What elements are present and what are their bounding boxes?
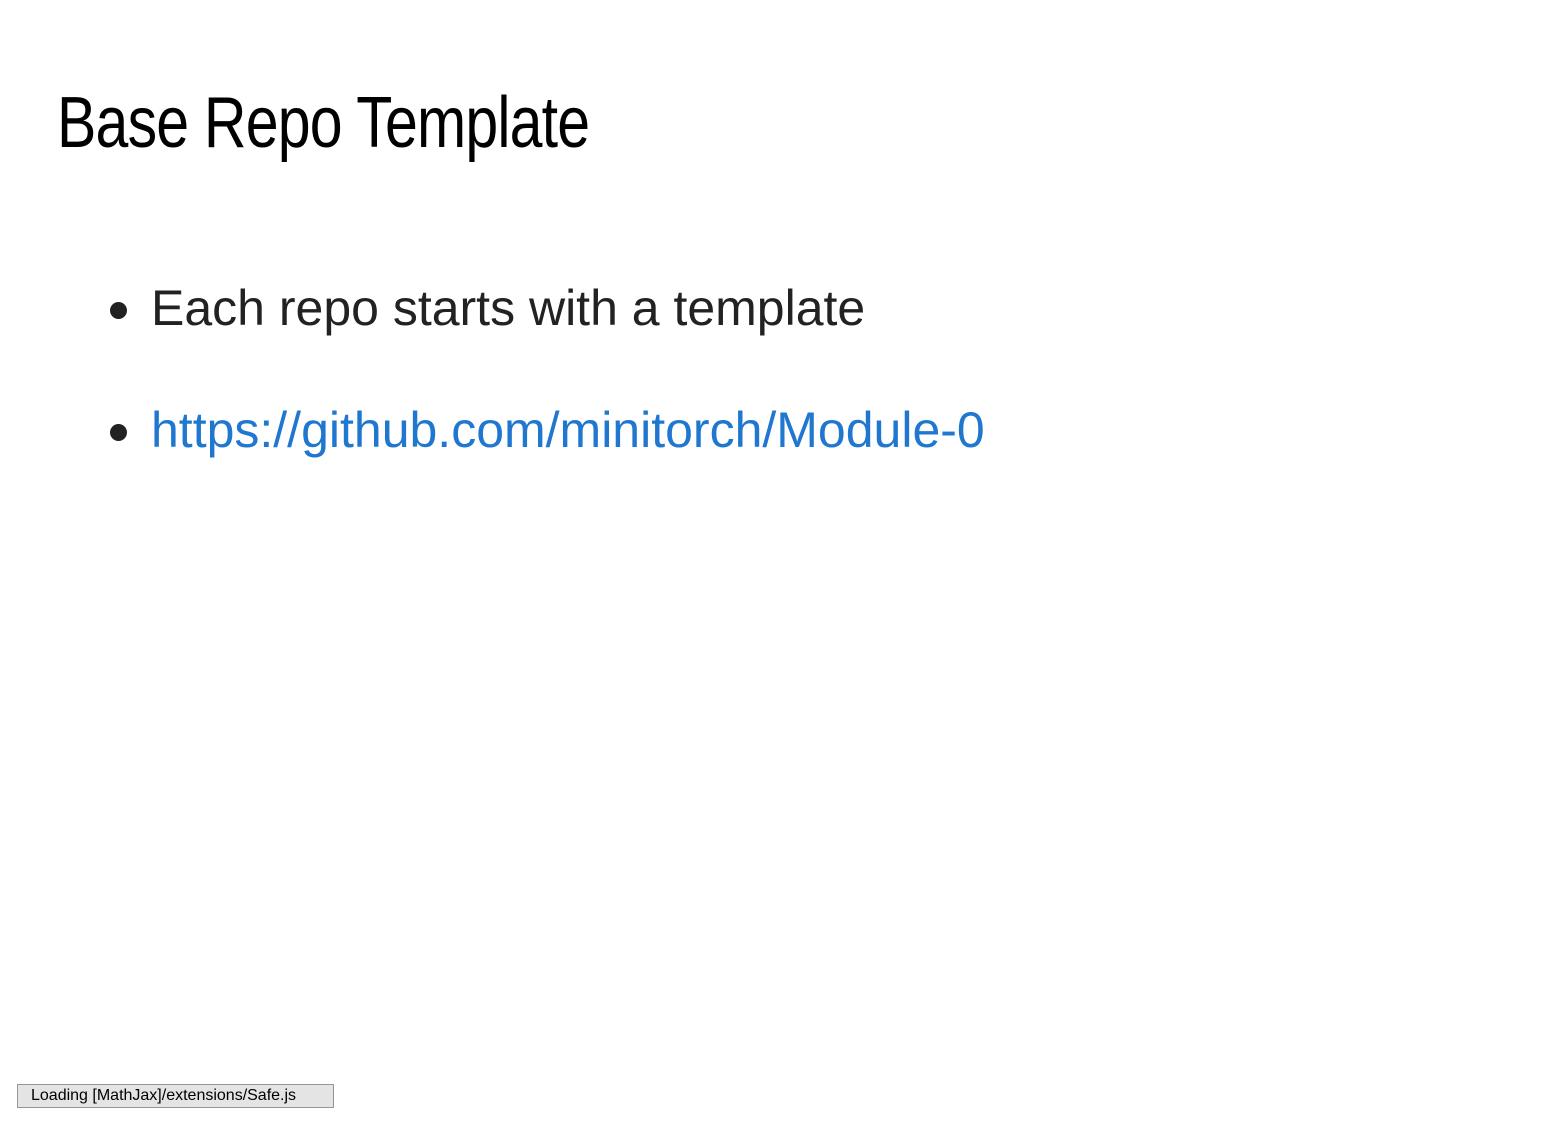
slide: Base Repo Template Each repo starts with… (0, 0, 1561, 1138)
slide-title: Base Repo Template (57, 83, 590, 163)
bullet-dot-icon (110, 424, 127, 441)
bullet-text: Each repo starts with a template (151, 280, 866, 336)
module-0-repo-link[interactable]: https://github.com/minitorch/Module-0 (151, 400, 985, 460)
bullet-dot-icon (110, 302, 127, 319)
mathjax-loading-status: Loading [MathJax]/extensions/Safe.js (17, 1084, 334, 1108)
